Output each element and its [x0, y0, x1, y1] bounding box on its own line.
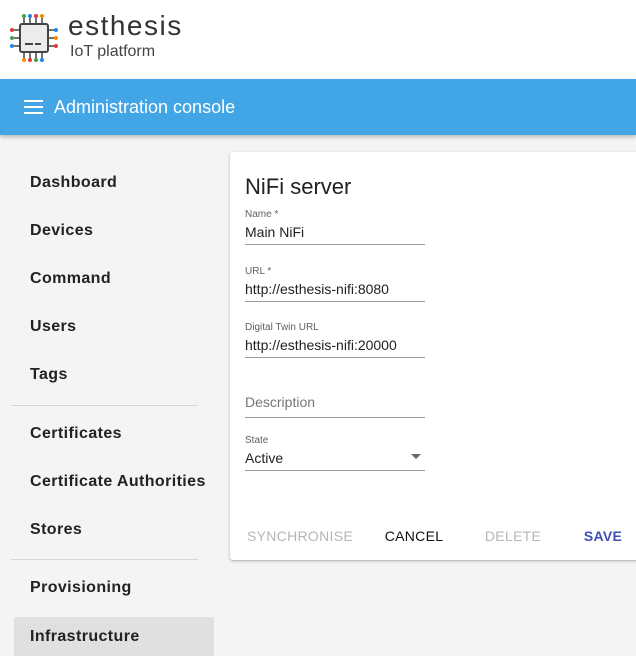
page-title: NiFi server [245, 174, 352, 199]
sidebar-item-tags[interactable]: Tags [14, 355, 214, 395]
brand-header: esthesis IoT platform [0, 0, 636, 79]
sidebar-item-infrastructure[interactable]: Infrastructure [14, 617, 214, 656]
state-label: State [245, 435, 269, 446]
synchronise-button[interactable]: SYNCHRONISE [246, 518, 354, 554]
sidebar-item-certificate-authorities[interactable]: Certificate Authorities [14, 462, 214, 502]
description-input[interactable]: Description [245, 394, 425, 418]
sidebar-divider [11, 405, 198, 406]
save-button[interactable]: SAVE [580, 518, 626, 554]
twin-url-label: Digital Twin URL [245, 322, 319, 333]
chip-logo-icon [10, 14, 58, 62]
name-label: Name * [245, 209, 279, 220]
nifi-server-card: NiFi server Name * Main NiFi URL * http:… [230, 152, 636, 560]
sidebar-item-users[interactable]: Users [14, 307, 214, 347]
sidebar-item-stores[interactable]: Stores [14, 510, 214, 550]
sidebar-nav: Dashboard Devices Command Users Tags Cer… [0, 135, 224, 656]
form-actions: SYNCHRONISE CANCEL DELETE SAVE [230, 518, 636, 554]
delete-button[interactable]: DELETE [482, 518, 544, 554]
name-input[interactable]: Main NiFi [245, 221, 425, 245]
state-select[interactable]: State Active [245, 435, 425, 471]
menu-icon[interactable] [24, 100, 43, 114]
dropdown-arrow-icon[interactable] [411, 454, 421, 459]
cancel-button[interactable]: CANCEL [378, 518, 450, 554]
sidebar-item-devices[interactable]: Devices [14, 211, 214, 251]
state-value[interactable]: Active [245, 447, 425, 471]
twin-url-input[interactable]: http://esthesis-nifi:20000 [245, 334, 425, 358]
twin-url-field[interactable]: Digital Twin URL http://esthesis-nifi:20… [245, 322, 425, 358]
sidebar-item-dashboard[interactable]: Dashboard [14, 163, 214, 203]
brand-name: esthesis [68, 10, 183, 41]
sidebar-item-provisioning[interactable]: Provisioning [14, 568, 214, 608]
name-field[interactable]: Name * Main NiFi [245, 209, 425, 245]
app-toolbar: Administration console [0, 79, 636, 135]
url-input[interactable]: http://esthesis-nifi:8080 [245, 278, 425, 302]
brand-subtitle: IoT platform [70, 43, 156, 60]
description-field[interactable]: Description [245, 394, 425, 418]
url-label: URL * [245, 266, 272, 277]
sidebar-item-certificates[interactable]: Certificates [14, 414, 214, 454]
toolbar-title: Administration console [54, 97, 236, 117]
url-field[interactable]: URL * http://esthesis-nifi:8080 [245, 266, 425, 302]
sidebar-divider [11, 559, 198, 560]
sidebar-item-command[interactable]: Command [14, 259, 214, 299]
